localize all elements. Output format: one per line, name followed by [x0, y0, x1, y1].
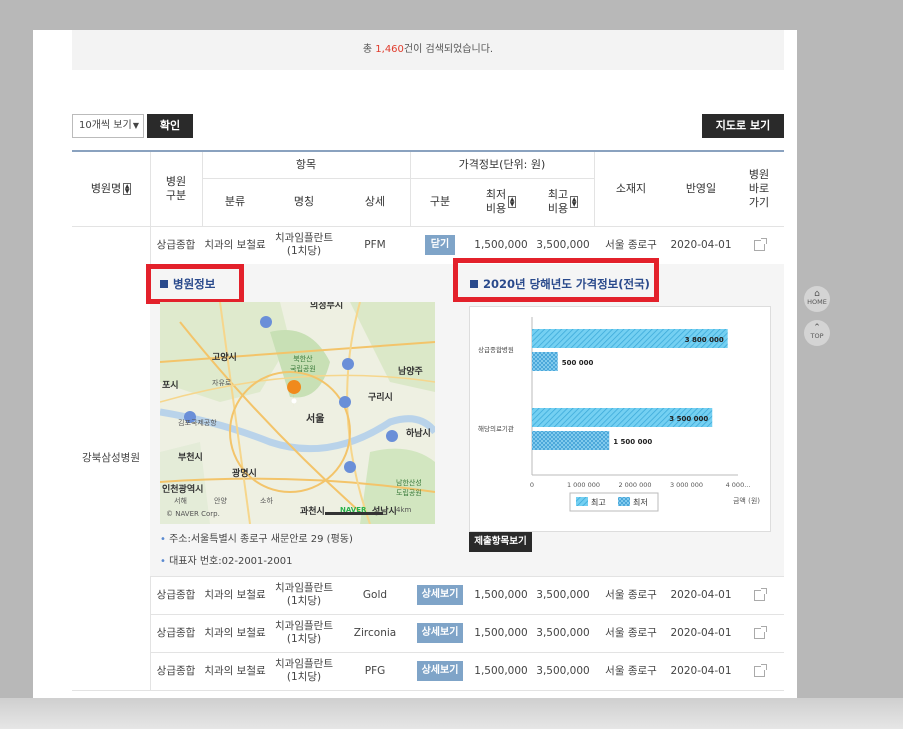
col-link: 병원 바로 가기	[748, 168, 770, 209]
bar-min	[532, 352, 558, 371]
sort-icon[interactable]: ▲ ▼	[508, 196, 517, 208]
confirm-button[interactable]: 확인	[147, 114, 193, 138]
page-size-select[interactable]: 10개씩 보기 ▼	[72, 114, 144, 138]
background-fade	[0, 698, 903, 729]
col-division: 구분	[429, 195, 451, 208]
legend-label: 최고	[591, 497, 606, 507]
col-hospital[interactable]: 병원명 ▲ ▼	[72, 152, 150, 226]
page-content: 총 1,460건이 검색되었습니다. 10개씩 보기 ▼ 확인 지도로 보기 병…	[33, 30, 797, 698]
col-date: 반영일	[685, 182, 717, 195]
col-detail: 상세	[364, 195, 386, 208]
phone-line: • 대표자 번호:02-2001-2001	[160, 556, 293, 567]
x-tick-label: 2 000 000	[618, 481, 651, 489]
external-link-icon[interactable]	[753, 663, 767, 677]
col-min[interactable]: 최저 비용 ▲ ▼	[470, 178, 532, 226]
category-label: 해당의료기관	[478, 424, 514, 433]
x-tick-label: 3 000 000	[670, 481, 703, 489]
chevron-down-icon: ▼	[132, 121, 139, 130]
x-tick-label: 4 000...	[726, 481, 751, 489]
data-label: 500 000	[562, 359, 594, 367]
result-count: 1,460	[375, 44, 404, 55]
top-button[interactable]: ⌃ TOP	[804, 320, 830, 346]
bar-chart: 상급종합병원 3 800 000 500 000 해당의료기관 3 500 000 1 5…	[478, 317, 760, 512]
close-button[interactable]: 닫기	[425, 235, 455, 255]
detail-button[interactable]: 상세보기	[417, 661, 463, 681]
x-axis-label: 금액 (원)	[733, 496, 760, 505]
bar-min	[532, 431, 610, 450]
category-label: 상급종합병원	[478, 345, 514, 354]
x-tick-label: 1 000 000	[567, 481, 600, 489]
detail-button[interactable]: 상세보기	[417, 585, 463, 605]
highlight-box	[146, 264, 244, 304]
highlight-box	[453, 258, 659, 302]
col-max[interactable]: 최고 비용 ▲ ▼	[532, 178, 594, 226]
toolbar: 10개씩 보기 ▼ 확인 지도로 보기	[72, 114, 784, 138]
col-price-info: 가격정보(단위: 원)	[458, 158, 546, 171]
detail-panel: 병원정보 2020년 당해년도 가격정보(전국) 의정부시 고양시 북한산 국립…	[146, 258, 784, 576]
col-type: 병원 구분	[165, 175, 187, 202]
home-icon: ⌂	[814, 289, 820, 299]
hospital-map[interactable]: 의정부시 고양시 북한산 국립공원 남양주 포시 자유로 구리시 서울 김포국제…	[160, 302, 435, 524]
address-line: • 주소:서울특별시 종로구 새문안로 29 (평동)	[160, 534, 353, 545]
col-item: 항목	[295, 158, 317, 171]
price-chart: 상급종합병원 3 800 000 500 000 해당의료기관 3 500 000 1 5…	[469, 306, 771, 532]
detail-button[interactable]: 상세보기	[417, 623, 463, 643]
naver-logo: NAVER	[340, 506, 367, 514]
x-tick-label: 0	[530, 481, 534, 489]
data-label: 3 500 000	[669, 415, 708, 423]
external-link-icon[interactable]	[753, 625, 767, 639]
external-link-icon[interactable]	[753, 587, 767, 601]
legend-swatch	[618, 497, 630, 506]
legend-label: 최저	[633, 497, 648, 507]
col-name: 명칭	[293, 195, 315, 208]
sort-icon[interactable]: ▲ ▼	[123, 183, 132, 195]
data-label: 1 500 000	[613, 438, 652, 446]
submitted-items-button[interactable]: 제출항목보기	[469, 532, 532, 552]
chevron-up-icon: ⌃	[813, 323, 821, 333]
search-summary: 총 1,460건이 검색되었습니다.	[72, 30, 784, 70]
sort-icon[interactable]: ▲ ▼	[570, 196, 579, 208]
data-label: 3 800 000	[685, 336, 724, 344]
legend-swatch	[576, 497, 588, 506]
hospital-name: 강북삼성병원	[82, 451, 140, 464]
map-view-button[interactable]: 지도로 보기	[702, 114, 784, 138]
external-link-icon[interactable]	[753, 237, 767, 251]
home-button[interactable]: ⌂ HOME	[804, 286, 830, 312]
col-category: 분류	[224, 195, 246, 208]
col-location: 소재지	[615, 182, 647, 195]
